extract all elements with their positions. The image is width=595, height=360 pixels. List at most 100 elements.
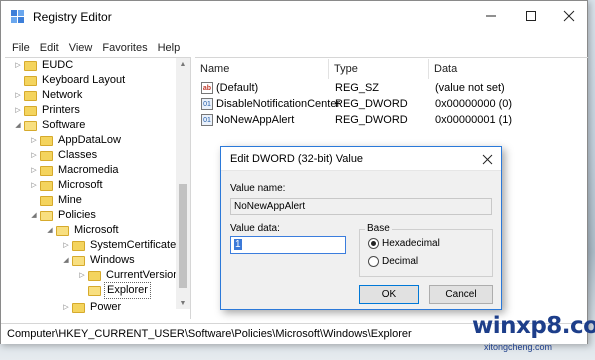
tree-item-printers[interactable]: ▷ Printers [13,103,82,118]
tree-item-eudc[interactable]: ▷ EUDC [13,58,75,73]
folder-icon [40,135,53,146]
base-label: Base [365,223,392,234]
window-title: Registry Editor [33,10,112,24]
tree-item-appdatalow[interactable]: ▷ AppDataLow [29,133,123,148]
value-data: 0x00000001 (1) [435,114,513,126]
expand-arrow-icon[interactable]: ▷ [13,88,23,103]
value-name-field[interactable]: NoNewAppAlert [230,198,492,215]
tree-item-label: Microsoft [58,179,103,191]
menu-help[interactable]: Help [153,39,186,57]
folder-icon [24,60,37,71]
collapse-arrow-icon[interactable]: ◢ [45,223,55,238]
value-row[interactable]: 01 NoNewAppAlert REG_DWORD 0x00000001 (1… [195,112,588,128]
tree-item-microsoft[interactable]: ▷ Microsoft [29,178,105,193]
close-icon [563,10,575,22]
maximize-icon [526,11,536,21]
string-value-icon: ab [201,82,213,94]
tree-item-macromedia[interactable]: ▷ Macromedia [29,163,121,178]
tree-item-systemcertificates[interactable]: ▷ SystemCertificates [61,238,184,253]
column-header-data[interactable]: Data [429,59,588,79]
menu-bar: File Edit View Favorites Help [1,39,587,57]
expand-arrow-icon[interactable]: ▷ [29,163,39,178]
registry-editor-icon [11,10,25,23]
menu-file[interactable]: File [7,39,35,57]
expand-arrow-icon[interactable]: ▷ [61,238,71,253]
expand-arrow-icon[interactable]: ▷ [29,148,39,163]
expand-arrow-icon[interactable]: ▷ [13,103,23,118]
tree-item-network[interactable]: ▷ Network [13,88,84,103]
value-name-label: Value name: [230,183,286,194]
radio-hexadecimal-label: Hexadecimal [382,238,440,249]
tree-item-currentversion[interactable]: ▷ CurrentVersion [77,268,181,283]
tree-item-windows[interactable]: ◢ Windows [61,253,137,268]
folder-open-icon [24,120,37,131]
expand-arrow-icon[interactable]: ▷ [77,268,87,283]
maximize-button[interactable] [511,1,551,31]
value-type: REG_DWORD [335,98,408,110]
ok-button[interactable]: OK [359,285,419,304]
tree-scrollbar[interactable]: ▲ ▼ [176,58,190,309]
tree-item-classes[interactable]: ▷ Classes [29,148,99,163]
menu-edit[interactable]: Edit [35,39,64,57]
key-tree[interactable]: ▷ EUDC Keyboard Layout ▷ Network ▷ Print… [5,57,191,319]
menu-view[interactable]: View [64,39,98,57]
column-header-type[interactable]: Type [329,59,429,79]
scrollbar-thumb[interactable] [179,184,187,288]
minimize-button[interactable] [471,1,511,31]
menu-favorites[interactable]: Favorites [97,39,152,57]
cancel-button[interactable]: Cancel [429,285,493,304]
dword-value-icon: 01 [201,98,213,110]
value-name: NoNewAppAlert [216,114,295,126]
tree-item-label: SystemCertificates [90,239,182,251]
expand-arrow-icon[interactable]: ▷ [61,300,71,315]
tree-item-label: Software [42,119,86,131]
tree-item-label: Keyboard Layout [42,74,126,86]
base-groupbox: Base Hexadecimal Decimal [359,223,493,277]
tree-item-policies[interactable]: ◢ Policies [29,208,98,223]
scroll-down-arrow-icon[interactable]: ▼ [176,297,190,309]
value-data: (value not set) [435,82,505,94]
collapse-arrow-icon[interactable]: ◢ [29,208,39,223]
close-button[interactable] [549,1,589,31]
expand-arrow-icon[interactable]: ▷ [29,133,39,148]
close-icon [482,154,492,164]
collapse-arrow-icon[interactable]: ◢ [61,253,71,268]
tree-item-power[interactable]: ▷ Power [61,300,123,315]
tree-item-label: CurrentVersion [106,269,180,281]
value-type: REG_DWORD [335,114,408,126]
value-data-field[interactable]: 1 [230,236,346,254]
radio-hexadecimal[interactable]: Hexadecimal [368,238,440,249]
title-bar[interactable]: Registry Editor [1,1,587,31]
tree-item-label: Network [42,89,83,101]
tree-item-label: Windows [90,254,135,266]
folder-icon [40,195,53,206]
tree-item-explorer[interactable]: Explorer [77,282,151,299]
radio-decimal[interactable]: Decimal [368,256,418,267]
column-header-name[interactable]: Name [195,59,329,79]
dialog-close-button[interactable] [479,151,495,167]
folder-icon [40,165,53,176]
value-name: DisableNotificationCenter [216,98,341,110]
value-type: REG_SZ [335,82,380,94]
tree-item-label: Classes [58,149,98,161]
collapse-arrow-icon[interactable]: ◢ [13,118,23,133]
value-row[interactable]: ab (Default) REG_SZ (value not set) [195,80,588,96]
value-row[interactable]: 01 DisableNotificationCenter REG_DWORD 0… [195,96,588,112]
dword-value-icon: 01 [201,114,213,126]
tree-item-label: Policies [58,209,96,221]
value-name: (Default) [216,82,259,94]
tree-item-keyboard-layout[interactable]: Keyboard Layout [13,73,127,88]
tree-item-policies-microsoft[interactable]: ◢ Microsoft [45,223,121,238]
folder-icon [24,90,37,101]
expand-arrow-icon[interactable]: ▷ [29,178,39,193]
folder-icon [72,302,85,313]
folder-icon [88,270,101,281]
tree-item-mine[interactable]: Mine [29,193,84,208]
dialog-title-bar[interactable]: Edit DWORD (32-bit) Value [221,147,501,171]
expand-arrow-icon[interactable]: ▷ [13,58,23,73]
folder-open-icon [72,255,85,266]
folder-icon [24,105,37,116]
tree-item-label: Macromedia [58,164,119,176]
tree-item-software[interactable]: ◢ Software [13,118,87,133]
scroll-up-arrow-icon[interactable]: ▲ [176,58,190,70]
